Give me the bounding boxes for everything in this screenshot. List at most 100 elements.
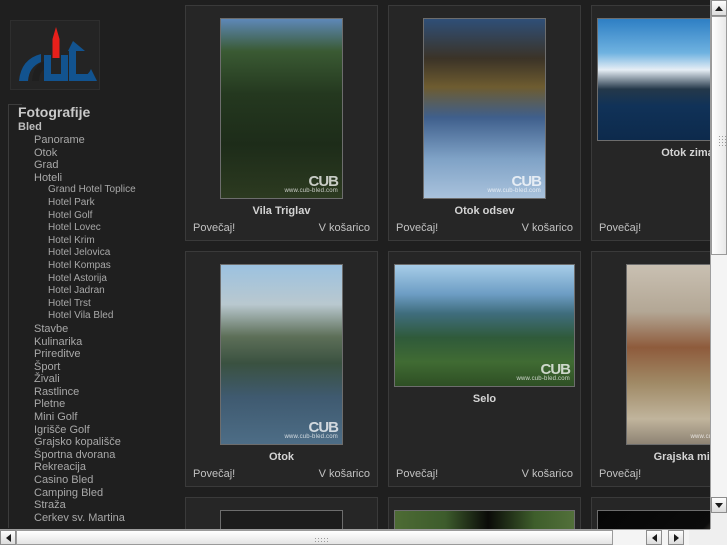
- vertical-scrollbar[interactable]: [710, 0, 727, 529]
- tree-item-fotografije[interactable]: Fotografije: [8, 104, 180, 120]
- tree-item-rastlince[interactable]: Rastlince: [8, 386, 180, 399]
- enlarge-link[interactable]: Povečaj!: [193, 222, 235, 234]
- add-to-cart-link[interactable]: V košarico: [522, 468, 573, 480]
- add-to-cart-link[interactable]: V košarico: [319, 468, 370, 480]
- enlarge-link[interactable]: Povečaj!: [599, 222, 641, 234]
- watermark-url: www.cub-bled.com: [284, 188, 338, 194]
- enlarge-link[interactable]: Povečaj!: [396, 468, 438, 480]
- gallery-viewport: CUB www.cub-bled.com Vila Triglav Povečaj! V…: [180, 0, 710, 529]
- tree-item-port[interactable]: Šport: [8, 361, 180, 374]
- photo-caption: Grajska miza: [653, 451, 710, 463]
- enlarge-link[interactable]: Povečaj!: [599, 468, 641, 480]
- photo-card-actions: Povečaj! V košarico: [186, 222, 377, 234]
- tree-item-pletne[interactable]: Pletne: [8, 398, 180, 411]
- photo-caption: Vila Triglav: [252, 205, 311, 217]
- tree-item-hotel-astorija[interactable]: Hotel Astorija: [8, 273, 180, 286]
- tree-item-panorame[interactable]: Panorame: [8, 134, 180, 147]
- watermark: CUBwww.cub-bled.com: [284, 173, 339, 195]
- tree-item-casino-bled[interactable]: Casino Bled: [8, 474, 180, 487]
- scroll-left-button-2[interactable]: [646, 530, 662, 545]
- tree-item-stra-a[interactable]: Straža: [8, 499, 180, 512]
- watermark-brand: CUB: [308, 173, 339, 190]
- photo-card[interactable]: CUBwww.cub-bled.com: [591, 497, 710, 529]
- watermark-url: www.cub-bled.com: [516, 376, 570, 382]
- tree-item-rekreacija[interactable]: Rekreacija: [8, 461, 180, 474]
- photo-card[interactable]: CUBwww.cub-bled.com: [388, 497, 581, 529]
- photo-card[interactable]: CUB www.cub-bled.com Otok Povečaj! V košaric…: [185, 251, 378, 487]
- tree-item-hotel-jelovica[interactable]: Hotel Jelovica: [8, 247, 180, 260]
- tree-item-stavbe[interactable]: Stavbe: [8, 323, 180, 336]
- watermark: CUBwww.cub-bled.com: [516, 362, 571, 383]
- photo-thumbnail[interactable]: CUBwww.cub-bled.com: [394, 264, 575, 387]
- cub-logo-icon: [11, 21, 99, 89]
- scroll-right-button[interactable]: [668, 530, 684, 545]
- tree-item-hotel-park[interactable]: Hotel Park: [8, 197, 180, 210]
- tree-item-portna-dvorana[interactable]: Športna dvorana: [8, 449, 180, 462]
- row3-photo-3: CUBwww.cub-bled.com: [598, 511, 710, 529]
- triangle-left-icon: [651, 533, 657, 542]
- grajska-miza-photo: CUBwww.cub-bled.com: [627, 265, 710, 444]
- tree-item-hotel-jadran[interactable]: Hotel Jadran: [8, 285, 180, 298]
- photo-card-actions: Povečaj!V košarico: [592, 468, 710, 480]
- photo-card[interactable]: CUBwww.cub-bled.com Grajska miza Povečaj!V…: [591, 251, 710, 487]
- tree-item-hoteli[interactable]: Hoteli: [8, 172, 180, 185]
- tree-item-ivali[interactable]: Živali: [8, 373, 180, 386]
- tree-item-hotel-krim[interactable]: Hotel Krim: [8, 235, 180, 248]
- watermark-url: www.cub-bled.com: [284, 434, 338, 440]
- tree-item-grajsko-kopali-e[interactable]: Grajsko kopališče: [8, 436, 180, 449]
- photo-card[interactable]: CUB www.cub-bled.com Otok odsev Povečaj! V k…: [388, 5, 581, 241]
- tree-item-hotel-trst[interactable]: Hotel Trst: [8, 298, 180, 311]
- watermark-url: www.cub-bled.com: [487, 188, 541, 194]
- photo-thumbnail[interactable]: CUBwww.cub-bled.com: [220, 510, 343, 529]
- tree-item-grand-hotel-toplice[interactable]: Grand Hotel Toplice: [8, 184, 180, 197]
- add-to-cart-link[interactable]: V košarico: [319, 222, 370, 234]
- tree-item-camping-bled[interactable]: Camping Bled: [8, 487, 180, 500]
- photo-thumbnail[interactable]: CUBwww.cub-bled.com: [220, 264, 343, 445]
- tree-item-cerkev-sv-martina[interactable]: Cerkev sv. Martina: [8, 512, 180, 525]
- photo-thumbnail[interactable]: CUBwww.cub-bled.com: [597, 510, 710, 529]
- scroll-left-button[interactable]: [0, 530, 16, 545]
- horizontal-scrollbar[interactable]: [0, 529, 727, 545]
- photo-thumbnail[interactable]: CUBwww.cub-bled.com: [626, 264, 710, 445]
- tree-item-bled[interactable]: Bled: [8, 120, 180, 134]
- vertical-scroll-thumb[interactable]: [711, 16, 727, 255]
- photo-thumbnail[interactable]: CUBwww.cub-bled.com: [423, 18, 546, 199]
- tree-item-grad[interactable]: Grad: [8, 159, 180, 172]
- tree-item-mini-golf[interactable]: Mini Golf: [8, 411, 180, 424]
- otok-odsev-photo: CUB www.cub-bled.com: [424, 19, 545, 198]
- tree-item-hotel-vila-bled[interactable]: Hotel Vila Bled: [8, 310, 180, 323]
- gallery-row: CUB www.cub-bled.com Otok Povečaj! V košaric…: [180, 246, 710, 492]
- photo-caption: Otok: [268, 451, 295, 463]
- scroll-down-button[interactable]: [711, 497, 727, 513]
- scroll-up-button[interactable]: [711, 0, 727, 16]
- tree-item-hotel-lovec[interactable]: Hotel Lovec: [8, 222, 180, 235]
- photo-caption: Otok zima: [661, 147, 710, 159]
- sidebar: Fotografije Bled Panorame Otok Grad Hoteli Gra…: [0, 0, 180, 529]
- add-to-cart-link[interactable]: V košarico: [522, 222, 573, 234]
- photo-caption: Selo: [472, 393, 497, 405]
- photo-thumbnail[interactable]: CUBwww.cub-bled.com: [220, 18, 343, 199]
- row3-photo-1: CUBwww.cub-bled.com: [221, 511, 342, 529]
- photo-card[interactable]: CUB www.cub-bled.com Selo Povečaj! V košaric…: [388, 251, 581, 487]
- enlarge-link[interactable]: Povečaj!: [193, 468, 235, 480]
- watermark-brand: CUB: [690, 421, 710, 434]
- gallery-row: CUBwww.cub-bled.com CUBwww.cub-bled.com CU…: [180, 492, 710, 529]
- tree-item-hotel-golf[interactable]: Hotel Golf: [8, 210, 180, 223]
- photo-card[interactable]: CUBwww.cub-bled.com: [185, 497, 378, 529]
- photo-card[interactable]: CUB www.cub-bled.com Vila Triglav Povečaj! V…: [185, 5, 378, 241]
- category-tree: Fotografije Bled Panorame Otok Grad Hoteli Gra…: [8, 104, 180, 524]
- tree-item-igri-e-golf[interactable]: Igrišče Golf: [8, 424, 180, 437]
- tree-item-hotel-kompas[interactable]: Hotel Kompas: [8, 260, 180, 273]
- photo-card[interactable]: CUBwww.cub-bled.com Otok zima Povečaj!V ko…: [591, 5, 710, 241]
- triangle-up-icon: [715, 5, 723, 11]
- horizontal-scroll-thumb[interactable]: [16, 530, 613, 545]
- tree-item-prireditve[interactable]: Prireditve: [8, 348, 180, 361]
- gallery-row: CUB www.cub-bled.com Vila Triglav Povečaj! V…: [180, 0, 710, 246]
- enlarge-link[interactable]: Povečaj!: [396, 222, 438, 234]
- tree-item-otok[interactable]: Otok: [8, 147, 180, 160]
- photo-thumbnail[interactable]: CUBwww.cub-bled.com: [394, 510, 575, 529]
- photo-thumbnail[interactable]: CUBwww.cub-bled.com: [597, 18, 710, 141]
- tree-item-kulinarika[interactable]: Kulinarika: [8, 336, 180, 349]
- cub-logo[interactable]: [10, 20, 100, 90]
- photo-card-actions: Povečaj!V košarico: [592, 222, 710, 234]
